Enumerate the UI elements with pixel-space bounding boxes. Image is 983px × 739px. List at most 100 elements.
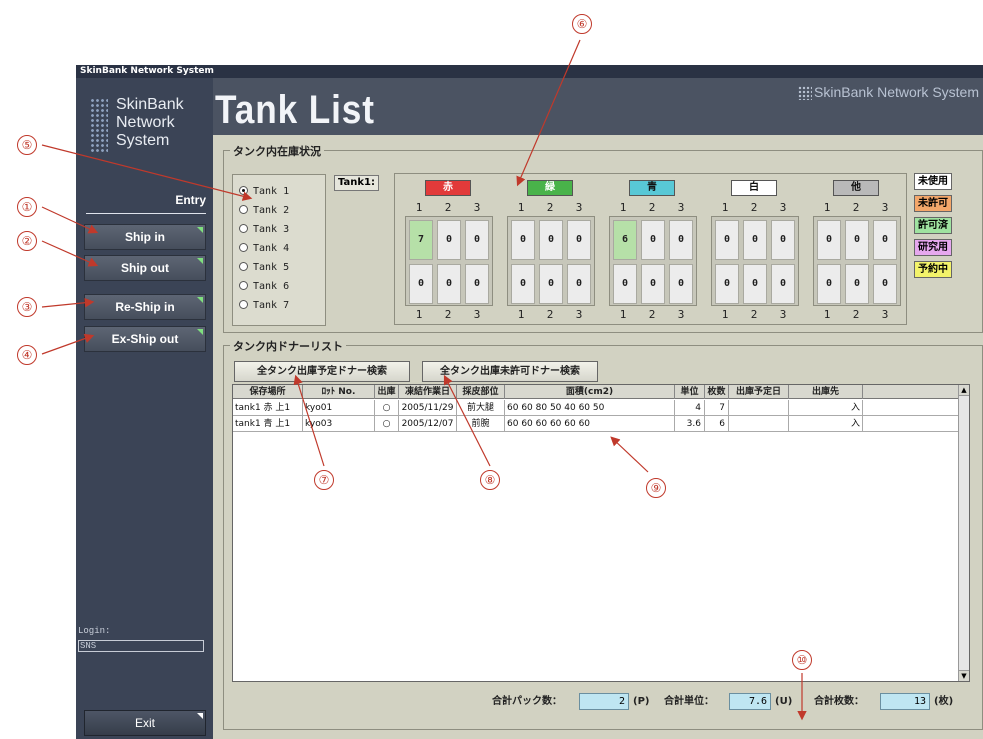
- column-label: 1: [721, 201, 729, 214]
- total-packs-unit: (P): [633, 696, 650, 707]
- color-group-3: 白123123000000: [711, 180, 799, 321]
- column-header[interactable]: 出庫予定日: [729, 385, 789, 399]
- exit-button[interactable]: Exit: [84, 710, 206, 736]
- column-label: 2: [444, 308, 452, 321]
- column-header[interactable]: 凍結作業日: [399, 385, 457, 399]
- column-label: 1: [823, 201, 831, 214]
- window-title: SkinBank Network System: [76, 65, 983, 78]
- slot-cell[interactable]: 0: [715, 264, 739, 304]
- slot-cell[interactable]: 0: [409, 264, 433, 304]
- slot-grid: 000000: [507, 216, 595, 306]
- scroll-up-icon[interactable]: ▲: [959, 385, 969, 396]
- slot-cell[interactable]: 0: [465, 264, 489, 304]
- slot-cell[interactable]: 0: [817, 264, 841, 304]
- table-header: 保存場所 ﾛｯﾄ No. 出庫 凍結作業日 採皮部位 面積(cm2) 単位 枚数 出庫予定日 出庫…: [233, 385, 959, 399]
- total-units-unit: (U): [775, 696, 793, 707]
- table-cell: ○: [375, 400, 399, 416]
- corner-indicator-icon: [197, 227, 203, 233]
- column-header[interactable]: 面積(cm2): [505, 385, 675, 399]
- column-label: 3: [881, 308, 889, 321]
- table-cell: 前大腿: [457, 400, 505, 416]
- column-labels-top: 1 2 3: [507, 201, 595, 214]
- table-scrollbar[interactable]: ▲ ▼: [958, 385, 969, 681]
- slot-cell[interactable]: 0: [845, 264, 869, 304]
- radio-icon: [239, 243, 248, 252]
- column-label: 1: [415, 201, 423, 214]
- ex-ship-out-button[interactable]: Ex-Ship out: [84, 326, 206, 352]
- slot-cell[interactable]: 0: [511, 220, 535, 260]
- entry-label: Entry: [175, 193, 206, 207]
- slot-cell[interactable]: 0: [539, 220, 563, 260]
- tank-radio-7[interactable]: Tank 7: [239, 299, 289, 313]
- slot-cell[interactable]: 0: [873, 220, 897, 260]
- ex-ship-out-label: Ex-Ship out: [111, 332, 179, 346]
- exit-label: Exit: [134, 716, 155, 730]
- column-label: 2: [648, 308, 656, 321]
- column-header[interactable]: 採皮部位: [457, 385, 505, 399]
- table-cell: 6: [705, 416, 729, 432]
- login-field[interactable]: SNS: [78, 640, 204, 652]
- column-header[interactable]: ﾛｯﾄ No.: [303, 385, 375, 399]
- slot-cell[interactable]: 6: [613, 220, 637, 260]
- slot-cell[interactable]: 0: [817, 220, 841, 260]
- tank-radio-1[interactable]: Tank 1: [239, 185, 289, 199]
- slot-cell[interactable]: 0: [845, 220, 869, 260]
- column-header[interactable]: 出庫先: [789, 385, 863, 399]
- slot-cell[interactable]: 0: [669, 264, 693, 304]
- tank-radio-label: Tank 4: [253, 243, 290, 254]
- color-badge: 白: [731, 180, 777, 196]
- slot-cell[interactable]: 0: [641, 220, 665, 260]
- callout-5: ⑤: [17, 135, 37, 155]
- column-labels-top: 1 2 3: [609, 201, 697, 214]
- column-header[interactable]: 単位: [675, 385, 705, 399]
- slot-cell[interactable]: 0: [567, 220, 591, 260]
- slot-cell[interactable]: 0: [743, 220, 767, 260]
- table-row[interactable]: tank1 赤 上1 kyo01 ○ 2005/11/29 前大腿 60 60 80 50…: [233, 400, 959, 416]
- column-header[interactable]: 出庫: [375, 385, 399, 399]
- radio-icon: [239, 281, 248, 290]
- tank-tag: Tank1:: [334, 175, 379, 191]
- slot-cell[interactable]: 0: [567, 264, 591, 304]
- scroll-down-icon[interactable]: ▼: [959, 670, 969, 681]
- table-cell: 3.6: [675, 416, 705, 432]
- slot-cell[interactable]: 0: [613, 264, 637, 304]
- tank-radio-2[interactable]: Tank 2: [239, 204, 289, 218]
- tank-radio-3[interactable]: Tank 3: [239, 223, 289, 237]
- ship-out-button[interactable]: Ship out: [84, 255, 206, 281]
- slot-cell[interactable]: 0: [437, 264, 461, 304]
- tank-radio-5[interactable]: Tank 5: [239, 261, 289, 275]
- donor-group: タンク内ドナーリスト 全タンク出庫予定ドナー検索 全タンク出庫未許可ドナー検索 …: [223, 338, 983, 730]
- slot-cell[interactable]: 0: [669, 220, 693, 260]
- table-row[interactable]: tank1 青 上1 kyo03 ○ 2005/12/07 前腕 60 60 60 60 …: [233, 416, 959, 432]
- slot-cell[interactable]: 0: [771, 264, 795, 304]
- slot-cell[interactable]: 0: [437, 220, 461, 260]
- color-group-4: 他123123000000: [813, 180, 901, 321]
- brand-dots-icon: [798, 86, 813, 101]
- column-label: 2: [750, 308, 758, 321]
- slot-cell[interactable]: 0: [715, 220, 739, 260]
- column-label: 3: [677, 201, 685, 214]
- column-header[interactable]: 枚数: [705, 385, 729, 399]
- search-unapproved-donors-button[interactable]: 全タンク出庫未許可ドナー検索: [422, 361, 598, 382]
- color-badge: 赤: [425, 180, 471, 196]
- tank-radio-6[interactable]: Tank 6: [239, 280, 289, 294]
- slot-cell[interactable]: 0: [873, 264, 897, 304]
- slot-cell[interactable]: 0: [539, 264, 563, 304]
- slot-cell[interactable]: 0: [511, 264, 535, 304]
- slot-cell[interactable]: 0: [771, 220, 795, 260]
- inventory-group: タンク内在庫状況 Tank 1 Tank 2 Tank 3 Tank 4 Tan…: [223, 143, 983, 333]
- ship-in-button[interactable]: Ship in: [84, 224, 206, 250]
- slot-cell[interactable]: 0: [465, 220, 489, 260]
- slot-cell[interactable]: 0: [743, 264, 767, 304]
- slot-cell[interactable]: 0: [641, 264, 665, 304]
- table-cell: 2005/11/29: [399, 400, 457, 416]
- column-header[interactable]: 保存場所: [233, 385, 303, 399]
- total-units-field: 7.6: [729, 693, 771, 710]
- donor-table: 保存場所 ﾛｯﾄ No. 出庫 凍結作業日 採皮部位 面積(cm2) 単位 枚数 出庫予定日 出庫…: [232, 384, 970, 682]
- table-cell: 7: [705, 400, 729, 416]
- search-scheduled-donors-button[interactable]: 全タンク出庫予定ドナー検索: [234, 361, 410, 382]
- slot-cell[interactable]: 7: [409, 220, 433, 260]
- legend-reserved: 予約中: [914, 261, 952, 278]
- tank-radio-4[interactable]: Tank 4: [239, 242, 289, 256]
- re-ship-in-button[interactable]: Re-Ship in: [84, 294, 206, 320]
